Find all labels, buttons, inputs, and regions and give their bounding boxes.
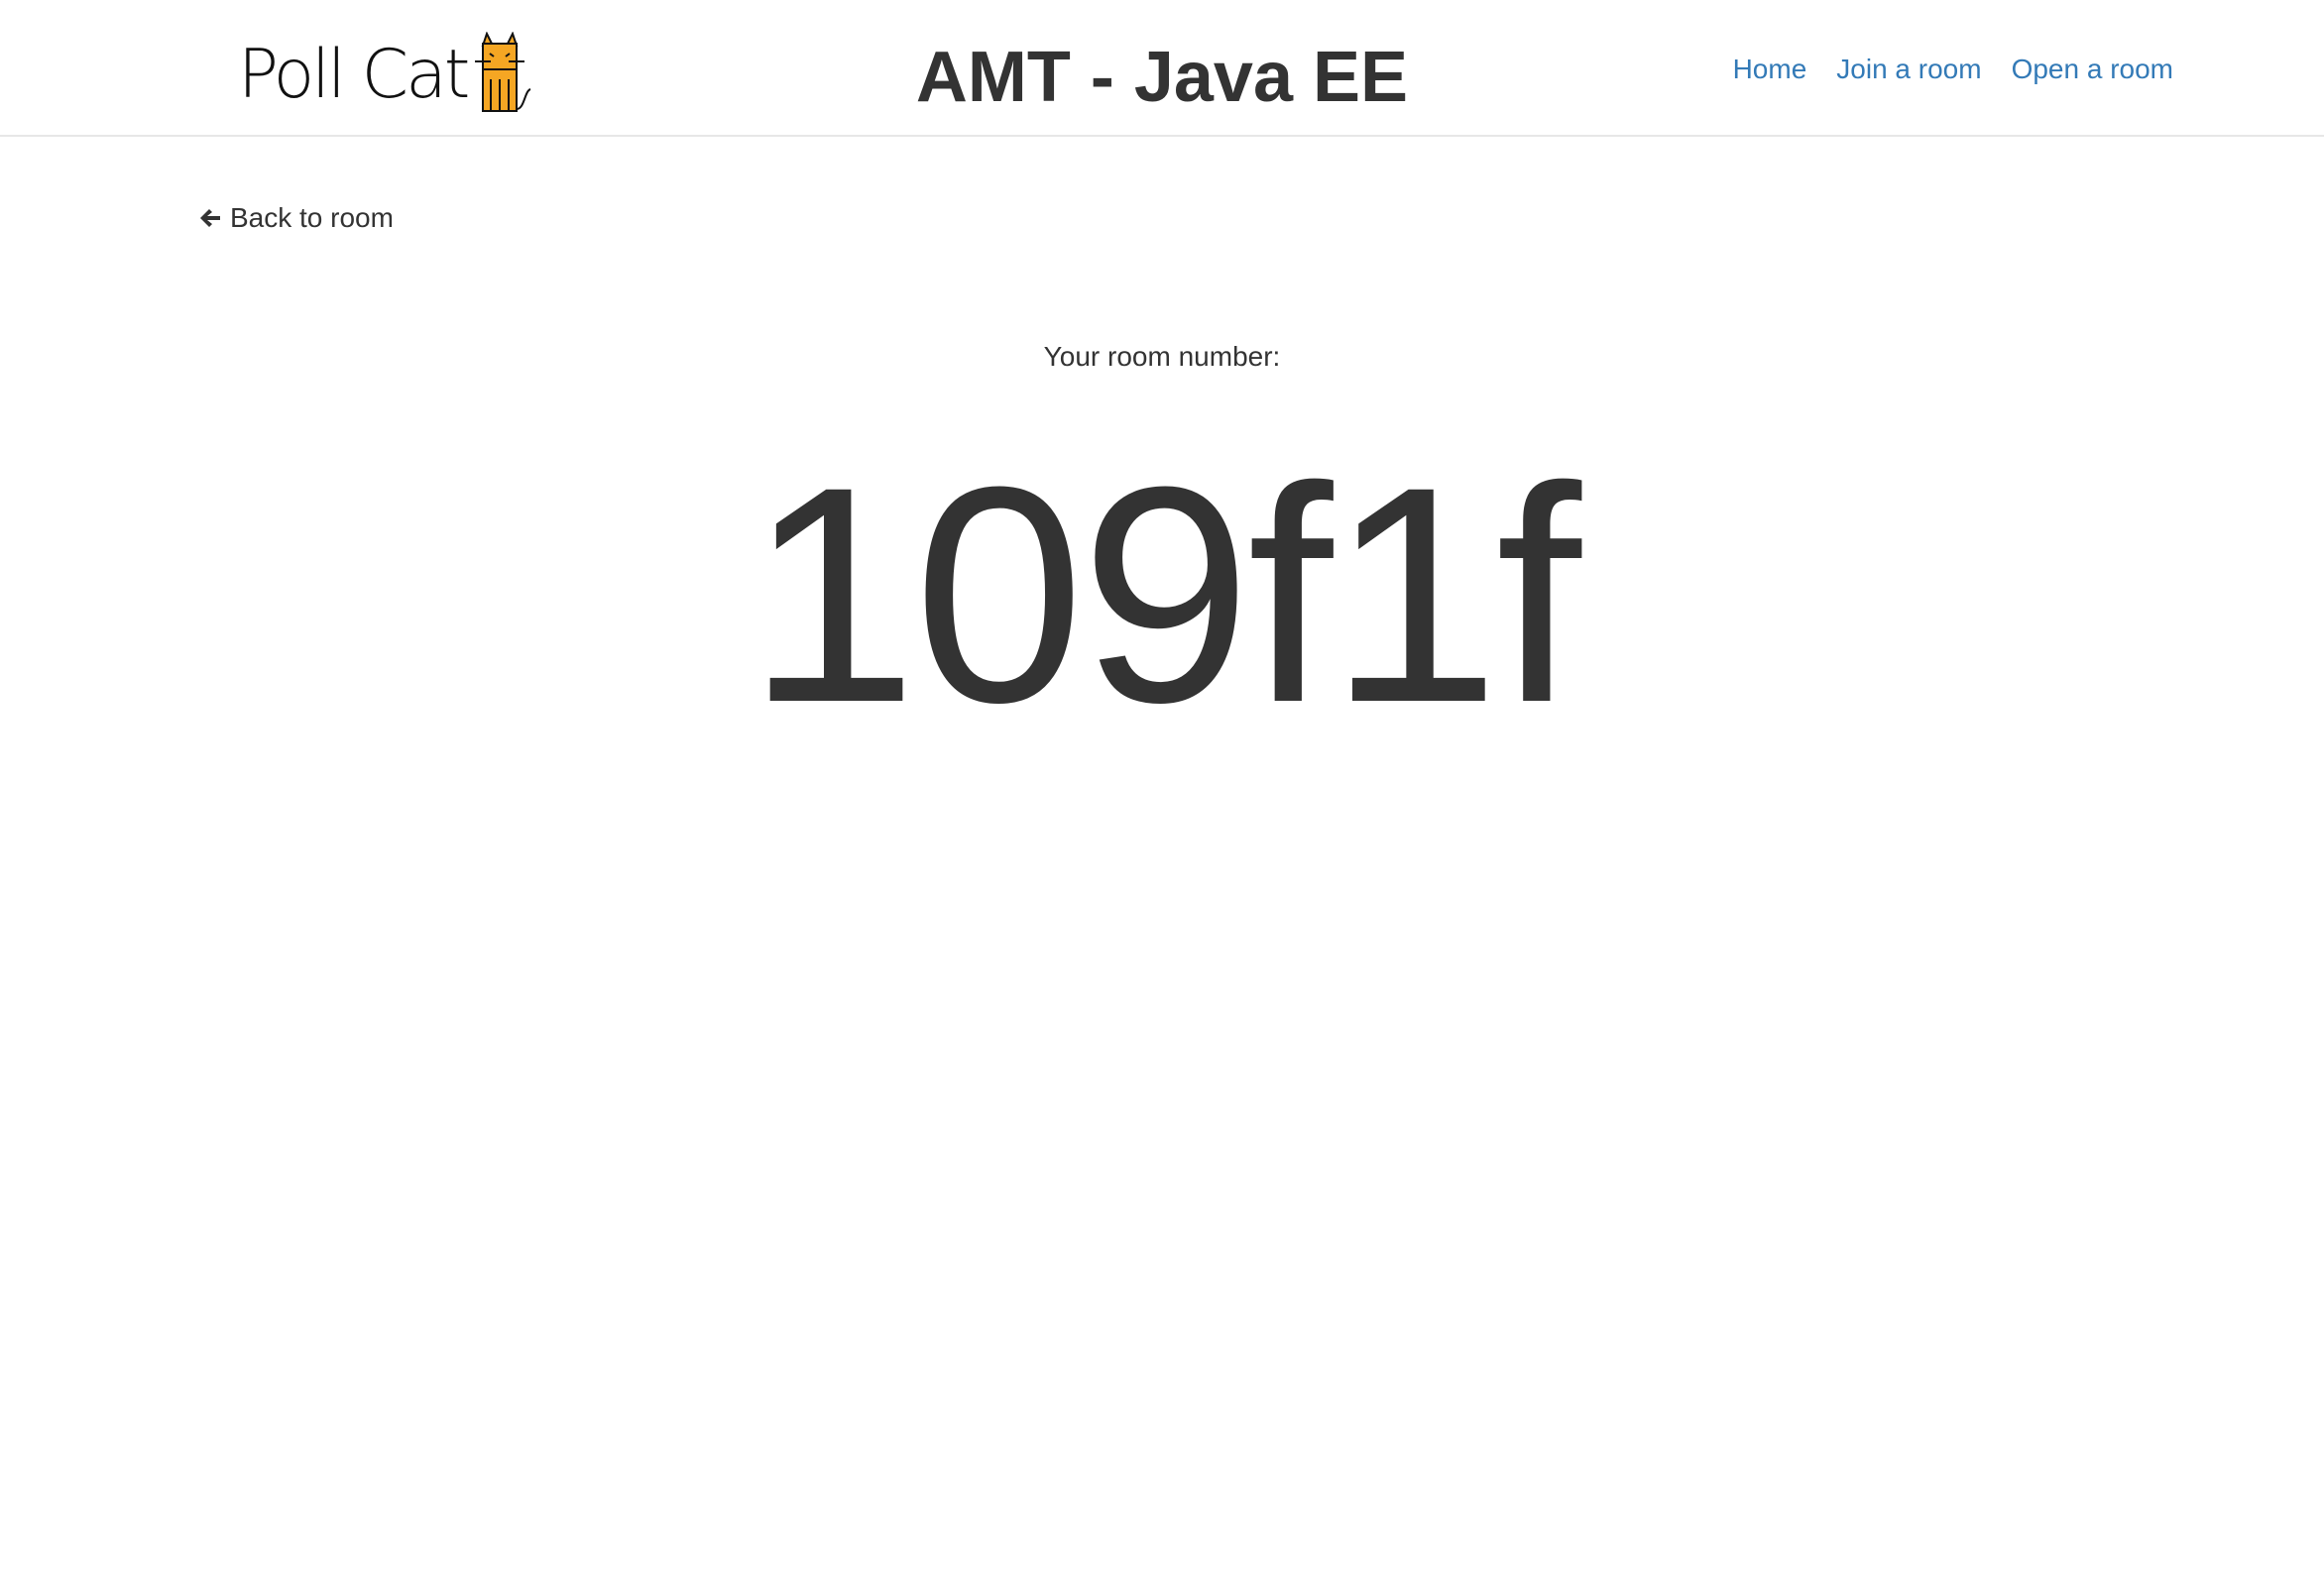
room-number-label: Your room number: [1043,341,1281,372]
nav-link-join-room[interactable]: Join a room [1836,48,1981,91]
navbar: Poll Cat AMT - Java EE Home Join a room [0,0,2324,137]
main-nav: Home Join a room Open a room [1733,48,2173,91]
cat-icon [475,32,531,112]
nav-link-home[interactable]: Home [1733,48,1807,91]
arrow-left-icon [200,209,220,227]
room-number: 109f1f [747,422,1581,766]
brand-name: Poll Cat [238,36,470,114]
nav-link-open-room[interactable]: Open a room [2012,48,2173,91]
back-to-room-label: Back to room [230,202,394,233]
brand-logo-link[interactable]: Poll Cat [238,26,534,115]
back-to-room-link[interactable]: Back to room [198,198,394,238]
